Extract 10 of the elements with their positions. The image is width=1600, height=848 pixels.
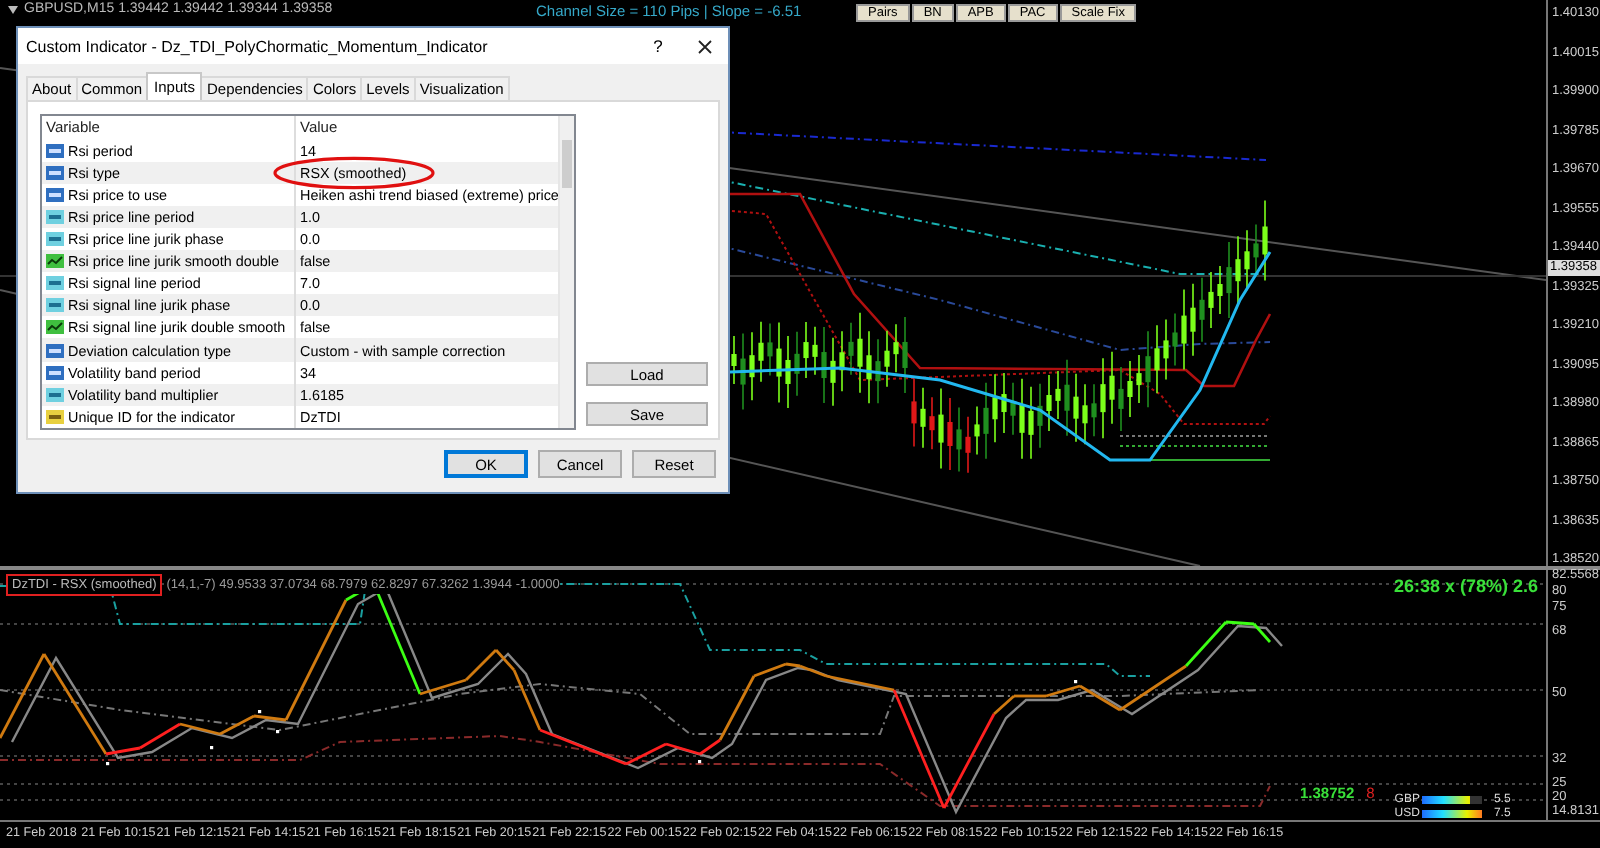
boolean-type-icon [46, 320, 64, 335]
boolean-type-icon [46, 254, 64, 269]
dialog-title: Custom Indicator - Dz_TDI_PolyChormatic_Momentum_Indicator [26, 37, 490, 55]
double-type-icon [46, 387, 64, 402]
candle-timer: 26:38 x (78%) 2.6 [1393, 576, 1538, 596]
string-type-icon [46, 409, 64, 424]
scrollbar[interactable] [558, 116, 574, 428]
close-icon[interactable] [697, 39, 711, 53]
help-button[interactable]: ? [636, 36, 680, 56]
dropdown-icon[interactable] [8, 5, 18, 13]
